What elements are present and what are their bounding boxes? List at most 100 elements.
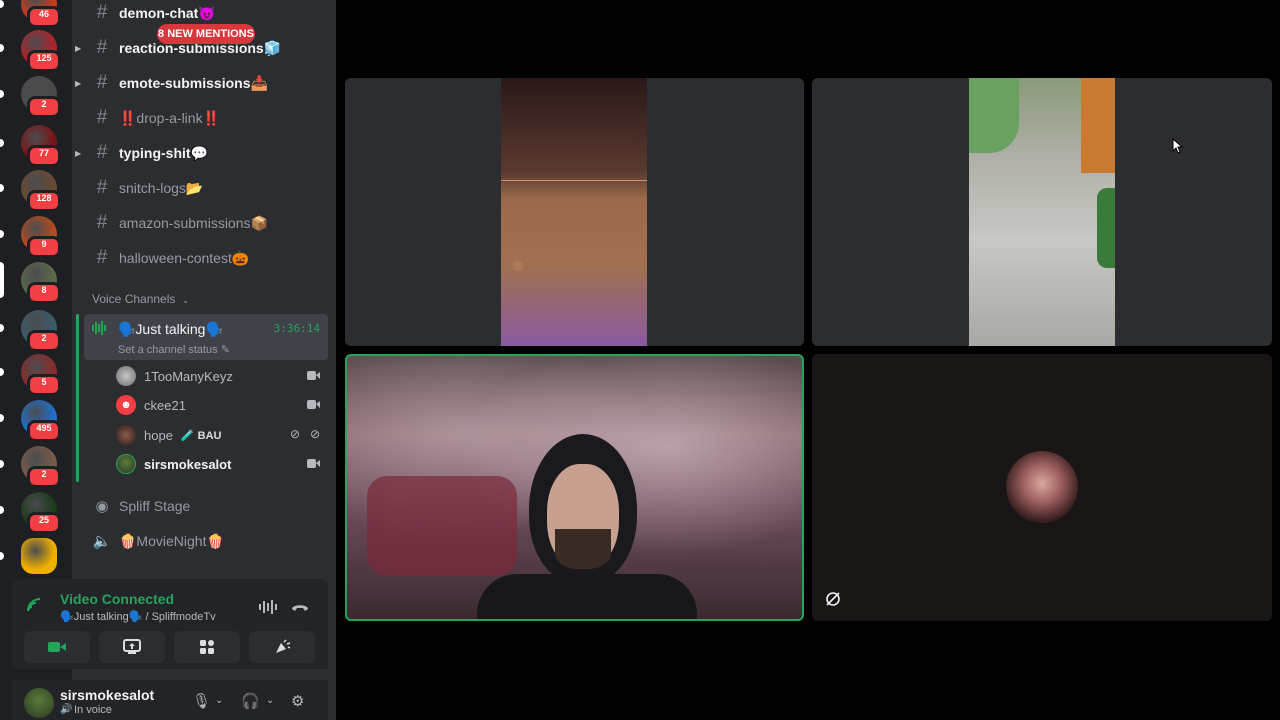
new-mentions-pill[interactable]: 8 NEW MENTIONS: [157, 24, 255, 44]
discord-default-avatar: ☻: [116, 395, 136, 415]
server-icon[interactable]: 495: [21, 400, 61, 442]
server-icon[interactable]: 8: [21, 262, 61, 304]
server-icon[interactable]: 125: [21, 30, 61, 72]
unread-pill: [0, 139, 4, 147]
channel-typing[interactable]: ▶ # typing-shit💬: [75, 138, 328, 168]
camera-icon: [307, 400, 320, 409]
hash-icon: #: [96, 37, 108, 58]
microphone-icon[interactable]: 🎙: [192, 692, 211, 710]
door-edge: [501, 180, 647, 181]
status-placeholder: Set a channel status: [118, 344, 218, 356]
member-name: ckee21: [144, 397, 186, 413]
server-icon[interactable]: 2: [21, 446, 61, 488]
server-icon[interactable]: 128: [21, 170, 61, 212]
video-feed: [501, 78, 647, 346]
server-icon[interactable]: 5: [21, 354, 61, 396]
voice-connection-panel: Video Connected 🗣️Just talking🗣️ / Splif…: [12, 579, 328, 669]
channel-label: ‼️drop-a-link‼️: [119, 109, 221, 126]
hash-icon: #: [96, 107, 108, 128]
avatar: [1006, 451, 1078, 523]
noise-suppression-icon[interactable]: [259, 600, 277, 618]
channel-amazon-submissions[interactable]: # amazon-submissions📦: [84, 208, 328, 238]
signal-strength-icon[interactable]: [26, 597, 42, 617]
server-icon[interactable]: 77: [21, 125, 61, 167]
user-avatar[interactable]: [24, 688, 54, 718]
video-tile-sirsmokesalot[interactable]: [345, 354, 804, 621]
server-icon[interactable]: [21, 538, 57, 574]
mention-badge: 77: [27, 145, 61, 167]
disconnect-icon[interactable]: [291, 600, 309, 616]
user-panel: sirsmokesalot 🔊 In voice 🎙 ⌄ 🎧 ⌄ ⚙: [12, 680, 328, 720]
mention-badge: 128: [27, 190, 61, 212]
chevron-down-icon[interactable]: ⌄: [215, 695, 223, 706]
pencil-icon: ✎: [220, 344, 230, 356]
set-channel-status[interactable]: Set a channel status ✎: [118, 343, 230, 356]
deafened-icon: ⊘: [309, 427, 320, 441]
soundboard-button[interactable]: [249, 631, 315, 663]
voice-channel-spliff-stage[interactable]: ◉ Spliff Stage: [92, 491, 328, 521]
server-icon[interactable]: 25: [21, 492, 61, 534]
stage-icon: ◉: [95, 498, 109, 515]
channel-snitch-logs[interactable]: # snitch-logs📂: [84, 173, 328, 203]
unread-pill: [0, 552, 4, 560]
hash-icon: #: [96, 2, 108, 23]
activities-icon: [200, 640, 214, 654]
beard: [555, 529, 611, 569]
server-icon[interactable]: 9: [21, 216, 61, 258]
unread-indicator-icon: ▶: [75, 43, 82, 53]
unread-pill: [0, 44, 4, 52]
headphones-icon[interactable]: 🎧: [241, 692, 260, 710]
chevron-down-icon[interactable]: ⌄: [266, 695, 274, 706]
channel-label: snitch-logs📂: [119, 179, 204, 196]
server-icon[interactable]: 2: [21, 76, 61, 118]
mention-badge: 2: [27, 466, 61, 488]
channel-emote-submissions[interactable]: ▶ # emote-submissions📥: [75, 68, 328, 98]
camera-toggle-button[interactable]: [24, 631, 90, 663]
mention-badge: 2: [27, 96, 61, 118]
unread-pill: [0, 460, 4, 468]
avatar: [116, 425, 136, 445]
box-object: [1081, 78, 1115, 173]
activities-button[interactable]: [174, 631, 240, 663]
username[interactable]: sirsmokesalot: [60, 687, 154, 703]
voice-member[interactable]: ☻ ckee21: [116, 392, 328, 418]
channel-drop-a-link[interactable]: # ‼️drop-a-link‼️: [84, 103, 328, 133]
voice-member[interactable]: sirsmokesalot: [116, 451, 328, 477]
voice-activity-icon: [92, 321, 108, 339]
voice-member[interactable]: 1TooManyKeyz: [116, 363, 328, 389]
unread-pill: [0, 506, 4, 514]
unread-pill: [0, 414, 4, 422]
channel-label: demon-chat😈: [119, 4, 216, 21]
voice-category-header[interactable]: Voice Channels ⌄: [92, 292, 189, 306]
mention-badge: 5: [27, 374, 61, 396]
jar-object: [969, 78, 1019, 153]
connection-status[interactable]: Video Connected: [60, 591, 174, 607]
voice-channel-movienight[interactable]: 🔈 🍿MovieNight🍿: [92, 526, 328, 556]
voice-connected-indicator: [76, 314, 79, 482]
channel-halloween-contest[interactable]: # halloween-contest🎃: [84, 243, 328, 273]
person-figure: [477, 434, 697, 619]
unread-indicator-icon: ▶: [75, 78, 82, 88]
video-tile-1toomanykeyz[interactable]: [345, 78, 804, 346]
channel-label: typing-shit💬: [119, 144, 208, 161]
hash-icon: #: [96, 142, 108, 163]
video-tile-ckee21[interactable]: [812, 78, 1272, 346]
in-voice-icon: 🔊: [60, 704, 73, 715]
avatar: [116, 454, 136, 474]
member-name: 1TooManyKeyz: [144, 368, 233, 384]
hash-icon: #: [96, 177, 108, 198]
mention-badge: 25: [27, 512, 61, 534]
unread-pill: [0, 230, 4, 238]
chevron-down-icon: ⌄: [181, 295, 190, 305]
server-icon[interactable]: 46: [21, 0, 61, 28]
user-status: In voice: [74, 704, 112, 716]
channel-label: amazon-submissions📦: [119, 214, 268, 231]
video-tile-hope[interactable]: [812, 354, 1272, 621]
connection-location[interactable]: 🗣️Just talking🗣️ / SpliffmodeTv: [60, 610, 216, 623]
voice-channel-just-talking[interactable]: 🗣️Just talking🗣️ 3:36:14 Set a channel s…: [84, 314, 328, 360]
server-icon[interactable]: 2: [21, 310, 61, 352]
screen-share-button[interactable]: [99, 631, 165, 663]
voice-member[interactable]: hope 🧪 BAU ⊘ ⊘: [116, 422, 328, 448]
door-knob: [513, 261, 523, 271]
gear-icon[interactable]: ⚙: [291, 692, 304, 710]
